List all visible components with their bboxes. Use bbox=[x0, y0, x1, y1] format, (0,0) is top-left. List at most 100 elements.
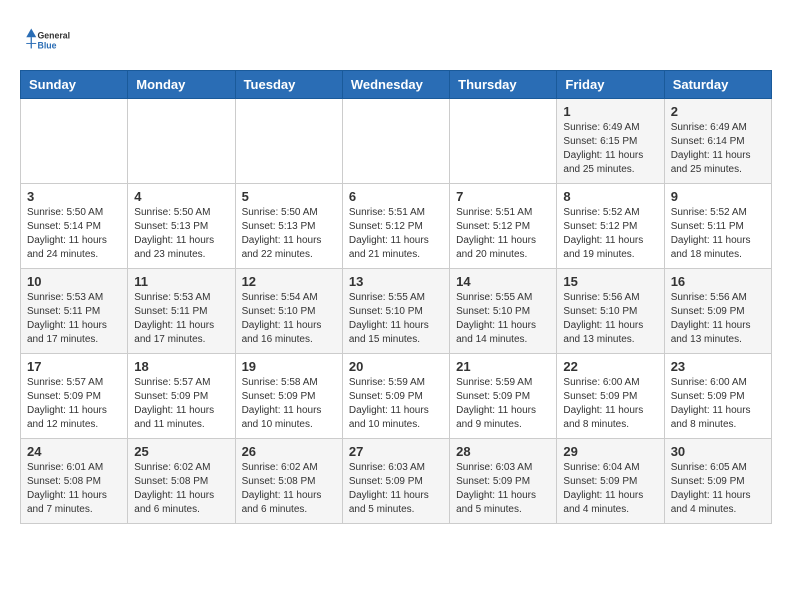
day-info: Sunrise: 5:54 AM Sunset: 5:10 PM Dayligh… bbox=[242, 291, 336, 347]
day-info: Sunrise: 5:50 AM Sunset: 5:13 PM Dayligh… bbox=[242, 206, 336, 262]
day-info: Sunrise: 5:52 AM Sunset: 5:11 PM Dayligh… bbox=[671, 206, 765, 262]
calendar-table: SundayMondayTuesdayWednesdayThursdayFrid… bbox=[20, 70, 772, 524]
day-number: 5 bbox=[242, 189, 336, 204]
logo: General Blue bbox=[20, 20, 70, 60]
sunrise-text: Sunrise: 5:55 AM bbox=[349, 292, 425, 303]
day-number: 1 bbox=[563, 104, 657, 119]
day-info: Sunrise: 5:55 AM Sunset: 5:10 PM Dayligh… bbox=[456, 291, 550, 347]
daylight-text: Daylight: 11 hours and 13 minutes. bbox=[563, 320, 643, 345]
daylight-text: Daylight: 11 hours and 20 minutes. bbox=[456, 235, 536, 260]
calendar-cell bbox=[128, 99, 235, 184]
calendar-cell: 7 Sunrise: 5:51 AM Sunset: 5:12 PM Dayli… bbox=[450, 184, 557, 269]
sunrise-text: Sunrise: 6:01 AM bbox=[27, 462, 103, 473]
calendar-cell: 18 Sunrise: 5:57 AM Sunset: 5:09 PM Dayl… bbox=[128, 354, 235, 439]
daylight-text: Daylight: 11 hours and 18 minutes. bbox=[671, 235, 751, 260]
sunrise-text: Sunrise: 5:50 AM bbox=[242, 207, 318, 218]
calendar-cell: 28 Sunrise: 6:03 AM Sunset: 5:09 PM Dayl… bbox=[450, 439, 557, 524]
daylight-text: Daylight: 11 hours and 10 minutes. bbox=[242, 405, 322, 430]
sunrise-text: Sunrise: 5:51 AM bbox=[456, 207, 532, 218]
sunset-text: Sunset: 5:09 PM bbox=[349, 391, 423, 402]
day-info: Sunrise: 5:56 AM Sunset: 5:09 PM Dayligh… bbox=[671, 291, 765, 347]
sunset-text: Sunset: 5:11 PM bbox=[134, 306, 207, 317]
day-number: 13 bbox=[349, 274, 443, 289]
calendar-cell: 30 Sunrise: 6:05 AM Sunset: 5:09 PM Dayl… bbox=[664, 439, 771, 524]
day-number: 24 bbox=[27, 444, 121, 459]
day-info: Sunrise: 5:55 AM Sunset: 5:10 PM Dayligh… bbox=[349, 291, 443, 347]
day-number: 7 bbox=[456, 189, 550, 204]
daylight-text: Daylight: 11 hours and 17 minutes. bbox=[27, 320, 107, 345]
sunset-text: Sunset: 5:09 PM bbox=[456, 476, 530, 487]
daylight-text: Daylight: 11 hours and 16 minutes. bbox=[242, 320, 322, 345]
sunrise-text: Sunrise: 5:57 AM bbox=[27, 377, 103, 388]
sunrise-text: Sunrise: 5:52 AM bbox=[671, 207, 747, 218]
day-info: Sunrise: 6:02 AM Sunset: 5:08 PM Dayligh… bbox=[242, 461, 336, 517]
day-number: 30 bbox=[671, 444, 765, 459]
daylight-text: Daylight: 11 hours and 5 minutes. bbox=[456, 490, 536, 515]
sunrise-text: Sunrise: 6:05 AM bbox=[671, 462, 747, 473]
daylight-text: Daylight: 11 hours and 6 minutes. bbox=[134, 490, 214, 515]
sunrise-text: Sunrise: 6:04 AM bbox=[563, 462, 639, 473]
day-number: 14 bbox=[456, 274, 550, 289]
day-number: 25 bbox=[134, 444, 228, 459]
day-number: 29 bbox=[563, 444, 657, 459]
daylight-text: Daylight: 11 hours and 24 minutes. bbox=[27, 235, 107, 260]
day-number: 11 bbox=[134, 274, 228, 289]
sunrise-text: Sunrise: 5:50 AM bbox=[134, 207, 210, 218]
weekday-header-wednesday: Wednesday bbox=[342, 71, 449, 99]
sunset-text: Sunset: 5:09 PM bbox=[242, 391, 316, 402]
weekday-header-sunday: Sunday bbox=[21, 71, 128, 99]
daylight-text: Daylight: 11 hours and 7 minutes. bbox=[27, 490, 107, 515]
day-info: Sunrise: 6:03 AM Sunset: 5:09 PM Dayligh… bbox=[456, 461, 550, 517]
daylight-text: Daylight: 11 hours and 11 minutes. bbox=[134, 405, 214, 430]
daylight-text: Daylight: 11 hours and 14 minutes. bbox=[456, 320, 536, 345]
daylight-text: Daylight: 11 hours and 22 minutes. bbox=[242, 235, 322, 260]
day-info: Sunrise: 6:49 AM Sunset: 6:15 PM Dayligh… bbox=[563, 121, 657, 177]
sunset-text: Sunset: 5:12 PM bbox=[456, 221, 530, 232]
day-info: Sunrise: 6:01 AM Sunset: 5:08 PM Dayligh… bbox=[27, 461, 121, 517]
sunrise-text: Sunrise: 5:57 AM bbox=[134, 377, 210, 388]
sunset-text: Sunset: 5:09 PM bbox=[456, 391, 530, 402]
weekday-header-monday: Monday bbox=[128, 71, 235, 99]
calendar-cell: 3 Sunrise: 5:50 AM Sunset: 5:14 PM Dayli… bbox=[21, 184, 128, 269]
day-info: Sunrise: 6:02 AM Sunset: 5:08 PM Dayligh… bbox=[134, 461, 228, 517]
daylight-text: Daylight: 11 hours and 25 minutes. bbox=[671, 150, 751, 175]
page-header: General Blue bbox=[20, 20, 772, 60]
daylight-text: Daylight: 11 hours and 19 minutes. bbox=[563, 235, 643, 260]
day-number: 9 bbox=[671, 189, 765, 204]
calendar-week-2: 3 Sunrise: 5:50 AM Sunset: 5:14 PM Dayli… bbox=[21, 184, 772, 269]
sunrise-text: Sunrise: 6:00 AM bbox=[671, 377, 747, 388]
daylight-text: Daylight: 11 hours and 21 minutes. bbox=[349, 235, 429, 260]
day-number: 21 bbox=[456, 359, 550, 374]
calendar-cell: 29 Sunrise: 6:04 AM Sunset: 5:09 PM Dayl… bbox=[557, 439, 664, 524]
sunset-text: Sunset: 5:09 PM bbox=[134, 391, 208, 402]
daylight-text: Daylight: 11 hours and 25 minutes. bbox=[563, 150, 643, 175]
day-info: Sunrise: 6:00 AM Sunset: 5:09 PM Dayligh… bbox=[671, 376, 765, 432]
sunrise-text: Sunrise: 5:56 AM bbox=[671, 292, 747, 303]
daylight-text: Daylight: 11 hours and 5 minutes. bbox=[349, 490, 429, 515]
calendar-cell: 2 Sunrise: 6:49 AM Sunset: 6:14 PM Dayli… bbox=[664, 99, 771, 184]
calendar-week-5: 24 Sunrise: 6:01 AM Sunset: 5:08 PM Dayl… bbox=[21, 439, 772, 524]
calendar-cell: 27 Sunrise: 6:03 AM Sunset: 5:09 PM Dayl… bbox=[342, 439, 449, 524]
daylight-text: Daylight: 11 hours and 8 minutes. bbox=[671, 405, 751, 430]
sunrise-text: Sunrise: 6:02 AM bbox=[242, 462, 318, 473]
day-number: 26 bbox=[242, 444, 336, 459]
day-info: Sunrise: 5:57 AM Sunset: 5:09 PM Dayligh… bbox=[27, 376, 121, 432]
sunset-text: Sunset: 5:10 PM bbox=[242, 306, 316, 317]
day-info: Sunrise: 5:59 AM Sunset: 5:09 PM Dayligh… bbox=[349, 376, 443, 432]
sunset-text: Sunset: 5:12 PM bbox=[563, 221, 637, 232]
sunset-text: Sunset: 5:11 PM bbox=[671, 221, 744, 232]
sunrise-text: Sunrise: 5:58 AM bbox=[242, 377, 318, 388]
sunrise-text: Sunrise: 5:53 AM bbox=[27, 292, 103, 303]
calendar-cell: 23 Sunrise: 6:00 AM Sunset: 5:09 PM Dayl… bbox=[664, 354, 771, 439]
calendar-cell: 19 Sunrise: 5:58 AM Sunset: 5:09 PM Dayl… bbox=[235, 354, 342, 439]
day-number: 15 bbox=[563, 274, 657, 289]
daylight-text: Daylight: 11 hours and 12 minutes. bbox=[27, 405, 107, 430]
daylight-text: Daylight: 11 hours and 8 minutes. bbox=[563, 405, 643, 430]
weekday-header-tuesday: Tuesday bbox=[235, 71, 342, 99]
sunrise-text: Sunrise: 5:50 AM bbox=[27, 207, 103, 218]
sunrise-text: Sunrise: 5:56 AM bbox=[563, 292, 639, 303]
day-number: 27 bbox=[349, 444, 443, 459]
sunrise-text: Sunrise: 5:51 AM bbox=[349, 207, 425, 218]
day-info: Sunrise: 5:53 AM Sunset: 5:11 PM Dayligh… bbox=[27, 291, 121, 347]
sunset-text: Sunset: 5:10 PM bbox=[349, 306, 423, 317]
